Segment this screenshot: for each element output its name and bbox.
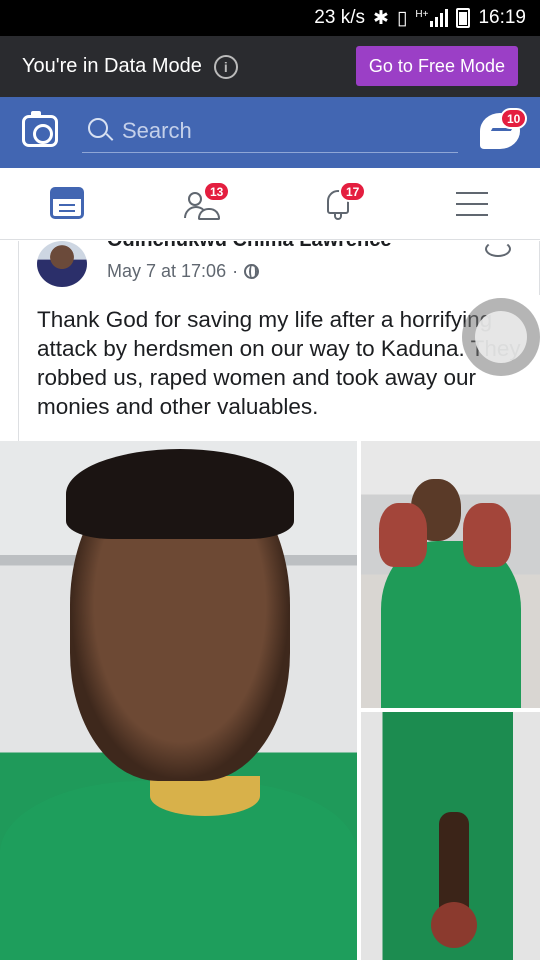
post-timestamp[interactable]: May 7 at 17:06: [107, 261, 226, 282]
signal-icon: H+: [415, 9, 449, 27]
search-icon: [88, 118, 108, 138]
photo-collar: [150, 776, 260, 816]
data-mode-text: You're in Data Mode: [22, 55, 202, 77]
vibrate-icon: ▯: [396, 7, 408, 29]
post-photo-2[interactable]: [361, 441, 540, 708]
photo-hand: [431, 902, 477, 948]
network-speed: 23 k/s: [314, 7, 365, 28]
info-icon[interactable]: i: [213, 54, 238, 79]
bluetooth-icon: ✱: [373, 7, 389, 29]
top-bar: 10: [0, 97, 540, 168]
post-header: Odinchukwu Chima Lawrence May 7 at 17:06…: [18, 241, 540, 295]
menu-icon[interactable]: [456, 192, 488, 216]
photo-hair: [66, 449, 294, 539]
post-text: Thank God for saving my life after a hor…: [18, 295, 540, 441]
avatar[interactable]: [37, 241, 87, 287]
notifications-badge: 17: [339, 181, 367, 202]
photo-hand-left: [379, 503, 427, 567]
post-meta: May 7 at 17:06 ·: [107, 261, 260, 282]
meta-separator: ·: [232, 261, 239, 281]
globe-icon: [244, 264, 260, 279]
nav-tabs: 13 17: [0, 168, 540, 240]
battery-icon: [456, 8, 471, 28]
data-mode-banner: You're in Data Mode i Go to Free Mode: [0, 36, 540, 97]
search-box[interactable]: [82, 115, 458, 153]
go-to-free-mode-button[interactable]: Go to Free Mode: [355, 46, 518, 86]
post-photo-1[interactable]: [0, 441, 357, 960]
clock: 16:19: [478, 7, 526, 28]
camera-icon[interactable]: [22, 111, 58, 147]
chevron-down-icon[interactable]: [485, 241, 511, 257]
news-feed-icon[interactable]: [50, 187, 84, 219]
assistive-touch-button[interactable]: [462, 298, 540, 376]
messenger-badge: 10: [500, 108, 528, 129]
search-input[interactable]: [122, 115, 452, 147]
friend-requests-badge: 13: [203, 181, 231, 202]
post-photo-3[interactable]: [361, 712, 540, 960]
status-bar: 23 k/s ✱ ▯ H+ 16:19: [0, 0, 540, 36]
network-type: H+: [415, 9, 429, 20]
post-author[interactable]: Odinchukwu Chima Lawrence: [107, 241, 392, 252]
photo-hand-right: [463, 503, 511, 567]
